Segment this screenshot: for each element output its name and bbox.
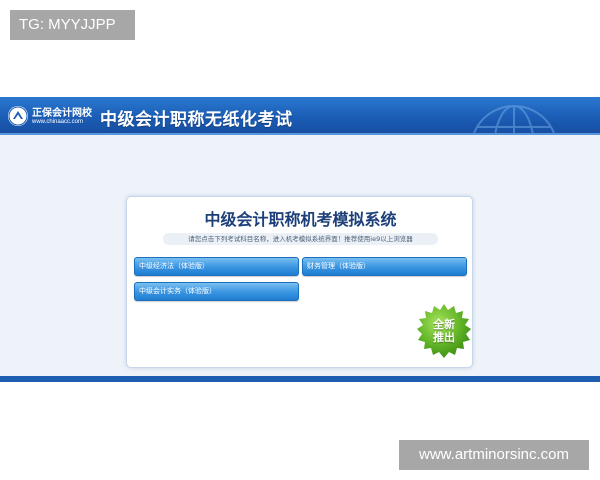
- content-area: 中级会计职称机考模拟系统 请您点击下列考试科目名称，进入机考模拟系统界面！推荐使…: [0, 137, 600, 377]
- page-title: 中级会计职称无纸化考试: [100, 110, 293, 130]
- globe-icon: [473, 105, 555, 133]
- exam-button-accounting-practice[interactable]: 中级会计实务（体验版）: [134, 282, 299, 301]
- panel-title: 中级会计职称机考模拟系统: [204, 210, 397, 229]
- new-release-badge: 全新 推出: [416, 303, 472, 359]
- screenshot-canvas: TG: MYYJJPP 正保会计网校 www.chinaacc.com 中级会计…: [0, 0, 600, 480]
- instruction-text: 请您点击下列考试科目名称，进入机考模拟系统界面！推荐使用ie9以上浏览器: [163, 233, 438, 245]
- logo-name: 正保会计网校: [32, 108, 92, 119]
- footer-bar: [0, 376, 600, 382]
- exam-selection-panel: 中级会计职称机考模拟系统 请您点击下列考试科目名称，进入机考模拟系统界面！推荐使…: [126, 196, 473, 368]
- badge-label: 全新 推出: [416, 318, 472, 344]
- badge-line-1: 全新: [433, 318, 455, 331]
- badge-line-2: 推出: [433, 331, 455, 344]
- watermark-bottom-right: www.artminorsinc.com: [399, 440, 589, 470]
- exam-button-economic-law[interactable]: 中级经济法（体验版）: [134, 257, 299, 276]
- watermark-top-left: TG: MYYJJPP: [10, 10, 135, 40]
- exam-button-financial-management[interactable]: 财务管理（体验版）: [302, 257, 467, 276]
- exam-app-window: 正保会计网校 www.chinaacc.com 中级会计职称无纸化考试 中级会计…: [0, 97, 600, 382]
- site-header: 正保会计网校 www.chinaacc.com 中级会计职称无纸化考试: [0, 97, 600, 135]
- logo-url: www.chinaacc.com: [32, 119, 84, 125]
- logo-icon: [8, 106, 28, 126]
